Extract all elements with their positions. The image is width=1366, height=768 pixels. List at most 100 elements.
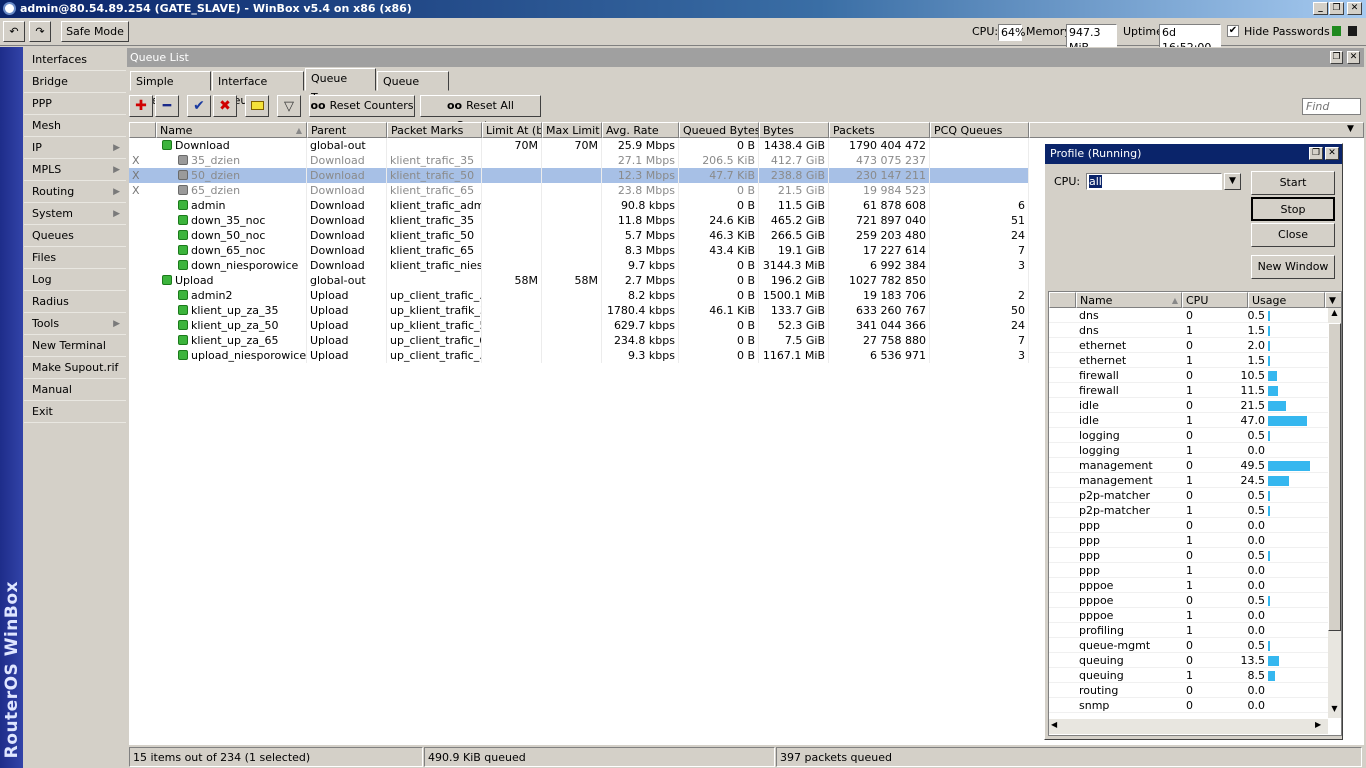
undo-button[interactable]: ↶ xyxy=(3,21,25,42)
header-max-limit[interactable]: Max Limit ... xyxy=(542,122,602,138)
window-title-bar[interactable]: admin@80.54.89.254 (GATE_SLAVE) - WinBox… xyxy=(0,0,1366,18)
window-close-icon[interactable]: ✕ xyxy=(1347,51,1360,64)
profile-row[interactable]: p2p-matcher 1 0.5 xyxy=(1049,503,1328,518)
profile-row[interactable]: logging 0 0.5 xyxy=(1049,428,1328,443)
profile-row[interactable]: routing 0 0.0 xyxy=(1049,683,1328,698)
table-row[interactable]: down_65_noc Download klient_trafic_65 8.3 M… xyxy=(129,243,1029,258)
profile-column-menu-icon[interactable]: ▼ xyxy=(1325,292,1341,308)
header-limit-at[interactable]: Limit At (b... xyxy=(482,122,542,138)
profile-close-icon[interactable]: ✕ xyxy=(1325,147,1339,160)
profile-row[interactable]: logging 1 0.0 xyxy=(1049,443,1328,458)
profile-row[interactable]: ppp 0 0.5 xyxy=(1049,548,1328,563)
profile-close-button[interactable]: Close xyxy=(1251,223,1335,247)
table-row[interactable]: Download global-out 70M 70M 25.9 Mbps 0 B 1438… xyxy=(129,138,1029,153)
close-icon[interactable]: ✕ xyxy=(1347,2,1362,15)
sidebar-item-ip[interactable]: IP ▶ xyxy=(24,137,126,159)
table-row[interactable]: admin2 Upload up_client_trafic_... 8.2 kbps… xyxy=(129,288,1029,303)
profile-start-button[interactable]: Start xyxy=(1251,171,1335,195)
profile-header-usage[interactable]: Usage xyxy=(1248,292,1325,308)
minimize-icon[interactable]: _ xyxy=(1313,2,1328,15)
header-pcq-queues[interactable]: PCQ Queues xyxy=(930,122,1029,138)
sidebar-item-log[interactable]: Log xyxy=(24,269,126,291)
table-row[interactable]: Upload global-out 58M 58M 2.7 Mbps 0 B 196.2 G… xyxy=(129,273,1029,288)
tab-queue-tree[interactable]: Queue Tree xyxy=(305,68,376,104)
profile-title-bar[interactable]: Profile (Running) ❐ ✕ xyxy=(1045,144,1342,164)
profile-maximize-icon[interactable]: ❐ xyxy=(1309,147,1323,160)
comment-button[interactable] xyxy=(245,95,269,117)
safe-mode-button[interactable]: Safe Mode xyxy=(61,21,129,42)
scroll-left-icon[interactable]: ◀ xyxy=(1051,720,1057,729)
table-row[interactable]: down_35_noc Download klient_trafic_35 11.8 … xyxy=(129,213,1029,228)
header-queued-bytes[interactable]: Queued Bytes xyxy=(679,122,759,138)
table-row[interactable]: admin Downloadklient_trafic_admin 90.8 kbp… xyxy=(129,198,1029,213)
profile-header-name[interactable]: Name ▲ xyxy=(1076,292,1182,308)
table-row[interactable]: down_50_noc Download klient_trafic_50 5.7 M… xyxy=(129,228,1029,243)
profile-row[interactable]: p2p-matcher 0 0.5 xyxy=(1049,488,1328,503)
table-row[interactable]: klient_up_za_35 Uploadup_klient_trafik_35… xyxy=(129,303,1029,318)
profile-row[interactable]: firewall 0 10.5 xyxy=(1049,368,1328,383)
tab-simple-queues[interactable]: Simple Queues xyxy=(130,71,211,107)
sidebar-item-exit[interactable]: Exit xyxy=(24,401,126,423)
reset-counters-button[interactable]: oo Reset Counters xyxy=(309,95,415,117)
profile-row[interactable]: queue-mgmt 0 0.5 xyxy=(1049,638,1328,653)
window-maximize-icon[interactable]: ❐ xyxy=(1330,51,1343,64)
tab-interface-queues[interactable]: Interface Queues xyxy=(212,71,304,107)
remove-button[interactable]: ━ xyxy=(155,95,179,117)
header-name[interactable]: Name ▲ xyxy=(156,122,307,138)
sidebar-item-mesh[interactable]: Mesh xyxy=(24,115,126,137)
header-packets[interactable]: Packets xyxy=(829,122,930,138)
profile-row[interactable]: pppoe 0 0.5 xyxy=(1049,593,1328,608)
tab-queue-types[interactable]: Queue Types xyxy=(377,71,449,107)
profile-header-cpu[interactable]: CPU xyxy=(1182,292,1248,308)
header-parent[interactable]: Parent xyxy=(307,122,387,138)
reset-all-counters-button[interactable]: ooReset All Counters xyxy=(420,95,541,132)
profile-scroll-thumb[interactable] xyxy=(1328,323,1341,631)
profile-row[interactable]: ppp 1 0.0 xyxy=(1049,563,1328,578)
filter-button[interactable]: ▽ xyxy=(277,95,301,117)
profile-row[interactable]: pppoe 1 0.0 xyxy=(1049,608,1328,623)
sidebar-item-system[interactable]: System ▶ xyxy=(24,203,126,225)
sidebar-item-new-terminal[interactable]: New Terminal xyxy=(24,335,126,357)
scroll-up-icon[interactable]: ▲ xyxy=(1328,308,1341,321)
profile-row[interactable]: snmp 0 0.0 xyxy=(1049,698,1328,713)
sidebar-item-manual[interactable]: Manual xyxy=(24,379,126,401)
header-avg-rate[interactable]: Avg. Rate xyxy=(602,122,679,138)
sidebar-item-interfaces[interactable]: Interfaces xyxy=(24,49,126,71)
sidebar-item-bridge[interactable]: Bridge xyxy=(24,71,126,93)
table-row[interactable]: X 35_dzien Download klient_trafic_35 27.1 Mb… xyxy=(129,153,1029,168)
scroll-right-icon[interactable]: ▶ xyxy=(1315,720,1321,729)
sidebar-item-queues[interactable]: Queues xyxy=(24,225,126,247)
sidebar-item-files[interactable]: Files xyxy=(24,247,126,269)
profile-row[interactable]: ppp 0 0.0 xyxy=(1049,518,1328,533)
restore-icon[interactable]: ❐ xyxy=(1329,2,1344,15)
profile-row[interactable]: dns 1 1.5 xyxy=(1049,323,1328,338)
table-row[interactable]: X 50_dzien Download klient_trafic_50 12.3 Mb… xyxy=(129,168,1029,183)
table-row[interactable]: down_niesporowice Download klient_trafic_n… xyxy=(129,258,1029,273)
redo-button[interactable]: ↷ xyxy=(29,21,51,42)
profile-new-window-button[interactable]: New Window xyxy=(1251,255,1335,279)
profile-vscrollbar[interactable]: ▲ ▼ xyxy=(1328,308,1341,718)
scroll-down-icon[interactable]: ▼ xyxy=(1328,704,1341,717)
column-menu-icon[interactable]: ▼ xyxy=(1347,124,1354,134)
enable-button[interactable]: ✔ xyxy=(187,95,211,117)
sidebar-item-make-supout-rif[interactable]: Make Supout.rif xyxy=(24,357,126,379)
profile-row[interactable]: queuing 0 13.5 xyxy=(1049,653,1328,668)
add-button[interactable]: ✚ xyxy=(129,95,153,117)
table-row[interactable]: upload_niesporowice Upload up_client_trafi… xyxy=(129,348,1029,363)
profile-row[interactable]: idle 1 47.0 xyxy=(1049,413,1328,428)
profile-row[interactable]: ppp 1 0.0 xyxy=(1049,533,1328,548)
profile-row[interactable]: management 1 24.5 xyxy=(1049,473,1328,488)
profile-row[interactable]: dns 0 0.5 xyxy=(1049,308,1328,323)
profile-cpu-select[interactable]: all xyxy=(1086,173,1222,190)
profile-row[interactable]: queuing 1 8.5 xyxy=(1049,668,1328,683)
header-packet-marks[interactable]: Packet Marks xyxy=(387,122,482,138)
profile-row[interactable]: pppoe 1 0.0 xyxy=(1049,578,1328,593)
sidebar-item-radius[interactable]: Radius xyxy=(24,291,126,313)
profile-row[interactable]: profiling 1 0.0 xyxy=(1049,623,1328,638)
table-row[interactable]: X 65_dzien Download klient_trafic_65 23.8 Mb… xyxy=(129,183,1029,198)
profile-stop-button[interactable]: Stop xyxy=(1251,197,1335,221)
table-row[interactable]: klient_up_za_65 Uploadup_client_trafic_65… xyxy=(129,333,1029,348)
table-row[interactable]: klient_up_za_50 Uploadup_klient_trafic_50… xyxy=(129,318,1029,333)
profile-row[interactable]: management 0 49.5 xyxy=(1049,458,1328,473)
profile-hscrollbar[interactable]: ◀ ▶ xyxy=(1049,719,1328,734)
